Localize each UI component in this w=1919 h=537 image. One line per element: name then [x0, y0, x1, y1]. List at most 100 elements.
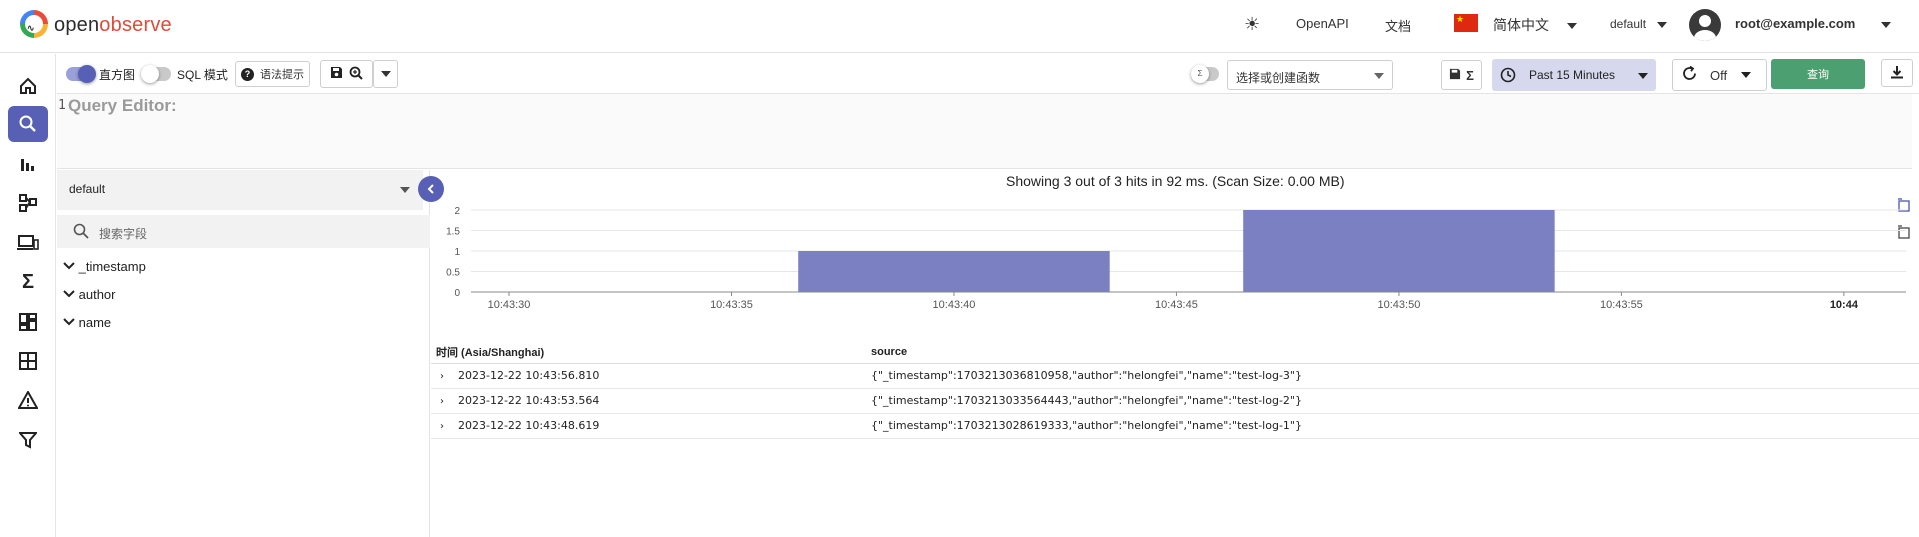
search-results-panel: Showing 3 out of 3 hits in 92 ms. (Scan … — [431, 170, 1919, 537]
toggle-knob — [78, 65, 96, 83]
chevron-right-icon[interactable]: › — [440, 371, 452, 382]
function-toggle[interactable]: Σ — [1191, 65, 1219, 83]
results-summary: Showing 3 out of 3 hits in 92 ms. (Scan … — [1006, 173, 1345, 189]
stream-name: default — [69, 182, 106, 196]
auto-refresh-selector[interactable]: Off — [1672, 59, 1767, 91]
alert-icon[interactable] — [8, 382, 48, 418]
download-button[interactable] — [1881, 59, 1913, 87]
time-range-label: Past 15 Minutes — [1529, 68, 1616, 82]
chevron-down-icon — [1741, 72, 1752, 78]
field-list-panel: default 搜索字段 _timestamp author name — [57, 170, 430, 537]
field-search-input[interactable]: 搜索字段 — [57, 215, 430, 248]
openobserve-logo-icon[interactable]: ∿ — [20, 10, 48, 38]
logs-table: 时间 (Asia/Shanghai) source › 2023-12-22 10… — [431, 342, 1919, 439]
log-source-cell: {"_timestamp":1703213036810958,"author":… — [866, 363, 1919, 389]
save-icon[interactable] — [330, 66, 343, 82]
y-tick-label: 0.5 — [446, 268, 460, 279]
flow-chart-icon[interactable] — [8, 185, 48, 221]
openapi-link[interactable]: OpenAPI — [1296, 16, 1349, 31]
chevron-left-icon — [427, 184, 434, 194]
docs-link[interactable]: 文档 — [1385, 16, 1411, 35]
save-function-icon[interactable] — [1449, 68, 1461, 83]
y-tick-label: 1 — [454, 247, 460, 258]
chevron-down-icon[interactable] — [63, 287, 75, 302]
x-tick-label: 10:43:55 — [1600, 299, 1643, 311]
table-row[interactable]: › 2023-12-22 10:43:56.810 {"_timestamp":17… — [431, 363, 1919, 389]
log-time-cell: › 2023-12-22 10:43:53.564 — [431, 388, 866, 414]
histogram-bar[interactable] — [798, 251, 1110, 292]
user-email: root@example.com — [1735, 16, 1856, 31]
table-header-row: 时间 (Asia/Shanghai) source — [431, 342, 1919, 364]
syntax-hint-button[interactable]: ? 语法提示 — [235, 61, 310, 87]
stream-select[interactable]: default — [57, 170, 423, 210]
chevron-down-icon[interactable] — [63, 315, 75, 330]
field-item-timestamp[interactable]: _timestamp — [63, 259, 146, 274]
sigma-icon[interactable]: Σ — [1466, 68, 1474, 83]
function-select-placeholder: 选择或创建函数 — [1236, 71, 1321, 85]
histogram-toggle[interactable] — [66, 65, 96, 83]
log-time-cell: › 2023-12-22 10:43:56.810 — [431, 363, 866, 389]
log-source-cell: {"_timestamp":1703213028619333,"author":… — [866, 413, 1919, 439]
chevron-down-icon — [1374, 73, 1384, 79]
field-name: name — [78, 315, 112, 330]
user-menu[interactable]: root@example.com — [1735, 16, 1891, 31]
log-time-cell: › 2023-12-22 10:43:48.619 — [431, 413, 866, 439]
log-time: 2023-12-22 10:43:53.564 — [458, 394, 600, 407]
chevron-down-icon[interactable] — [63, 259, 75, 274]
top-header: ∿ openobserve ☀ OpenAPI 文档 ★ 简体中文 defaul… — [0, 0, 1919, 53]
logo-text-observe: observe — [99, 14, 172, 36]
log-time: 2023-12-22 10:43:56.810 — [458, 369, 600, 382]
sql-mode-label: SQL 模式 — [177, 68, 228, 82]
column-header-source[interactable]: source — [866, 342, 1919, 364]
filter-icon[interactable] — [8, 422, 48, 458]
chevron-down-icon — [400, 187, 410, 193]
x-tick-label: 10:43:35 — [710, 299, 753, 311]
dashboard-icon[interactable] — [8, 304, 48, 340]
chevron-down-icon — [380, 71, 391, 77]
search-icon[interactable] — [8, 106, 48, 142]
clock-icon — [1500, 67, 1516, 88]
saved-views-dropdown[interactable] — [373, 60, 398, 88]
sigma-icon[interactable]: Σ — [8, 264, 48, 300]
log-source-cell: {"_timestamp":1703213033564443,"author":… — [866, 388, 1919, 414]
table-row[interactable]: › 2023-12-22 10:43:53.564 {"_timestamp":17… — [431, 388, 1919, 414]
table-row[interactable]: › 2023-12-22 10:43:48.619 {"_timestamp":17… — [431, 413, 1919, 439]
field-item-author[interactable]: author — [63, 287, 116, 302]
time-range-picker[interactable]: Past 15 Minutes — [1492, 59, 1656, 91]
function-actions: Σ — [1441, 60, 1482, 90]
app-logo-text[interactable]: openobserve — [54, 14, 172, 37]
org-selector[interactable]: default — [1610, 17, 1668, 31]
histogram-bar[interactable] — [1243, 210, 1555, 292]
org-label: default — [1610, 17, 1647, 31]
search-saved-icon[interactable] — [349, 66, 363, 83]
china-flag-icon[interactable]: ★ — [1454, 14, 1478, 32]
sql-mode-toggle[interactable] — [141, 65, 171, 83]
query-editor[interactable]: 1 Query Editor: — [57, 94, 1912, 169]
refresh-interval-label: Off — [1710, 67, 1728, 83]
user-avatar-icon[interactable] — [1689, 9, 1721, 41]
saved-views-button-group — [320, 60, 373, 88]
column-header-time[interactable]: 时间 (Asia/Shanghai) — [431, 342, 866, 364]
bar-chart-icon[interactable] — [8, 146, 48, 182]
grid-icon[interactable] — [8, 343, 48, 379]
x-tick-label: 10:43:45 — [1155, 299, 1198, 311]
x-tick-label: 10:43:30 — [488, 299, 531, 311]
function-select[interactable]: 选择或创建函数 — [1227, 60, 1393, 90]
histogram-label: 直方图 — [99, 68, 136, 82]
chevron-right-icon[interactable]: › — [440, 421, 452, 432]
theme-toggle-sun-icon[interactable]: ☀ — [1244, 14, 1260, 35]
field-item-name[interactable]: name — [63, 315, 111, 330]
field-search-placeholder: 搜索字段 — [99, 227, 148, 241]
x-tick-label: 10:44 — [1830, 299, 1859, 311]
chevron-right-icon[interactable]: › — [440, 396, 452, 407]
collapse-field-panel-button[interactable] — [418, 176, 444, 202]
devices-icon[interactable] — [8, 225, 48, 261]
logo-text-open: open — [54, 14, 100, 36]
run-query-button[interactable]: 查询 — [1771, 59, 1865, 89]
editor-placeholder: Query Editor: — [68, 96, 177, 115]
home-icon[interactable] — [8, 68, 48, 104]
language-selector[interactable]: 简体中文 — [1493, 15, 1577, 35]
chevron-down-icon — [1657, 21, 1668, 28]
y-tick-label: 1.5 — [446, 227, 460, 238]
field-name: author — [78, 287, 116, 302]
